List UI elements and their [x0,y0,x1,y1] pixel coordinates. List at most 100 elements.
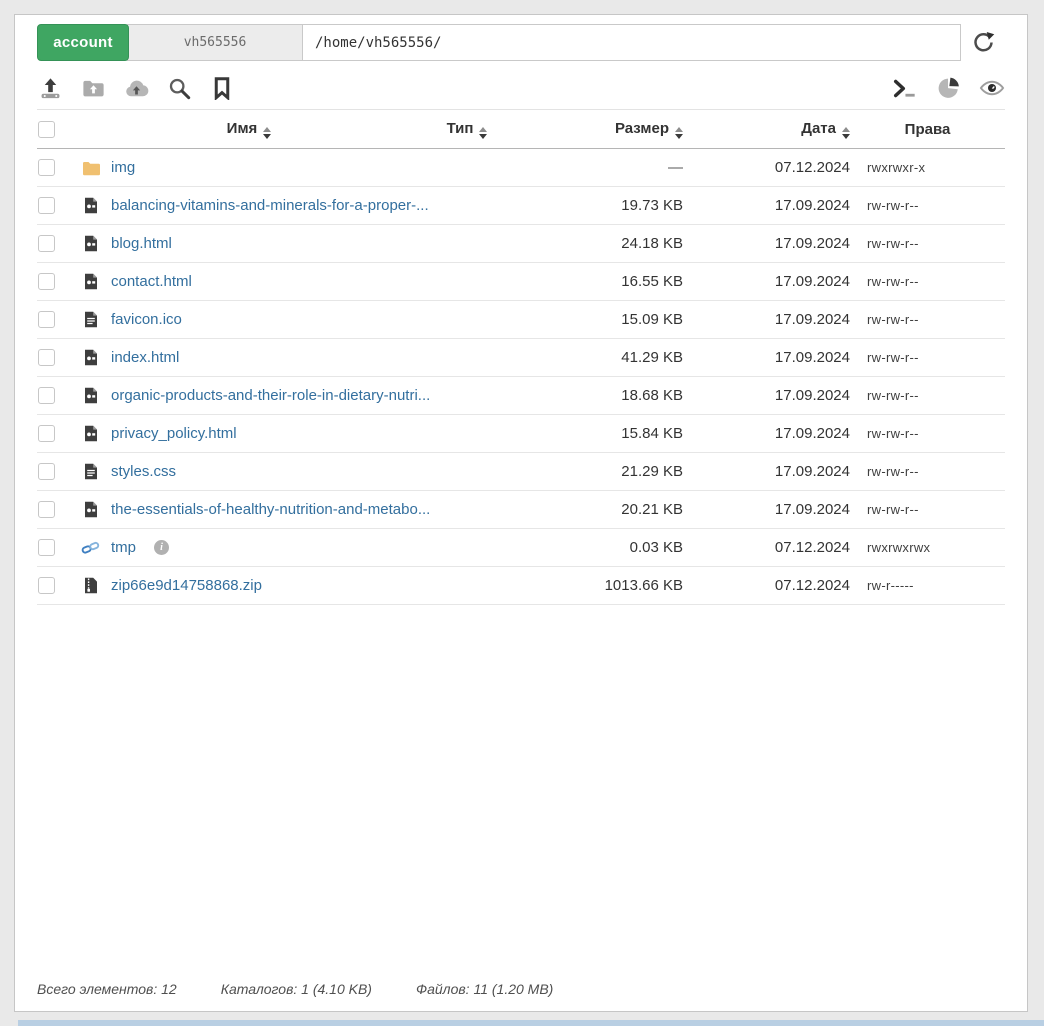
file-date-cell: 17.09.2024 [683,311,850,328]
row-checkbox[interactable] [38,425,55,442]
file-permissions-cell: rw-rw-r-- [850,350,1005,365]
html-file-icon [81,197,101,214]
info-badge-icon[interactable]: i [154,540,169,555]
row-checkbox[interactable] [38,273,55,290]
file-name-cell: tmp i [81,539,417,556]
table-row: favicon.ico 15.09 KB17.09.2024rw-rw-r-- [37,301,1005,339]
file-name-cell: the-essentials-of-healthy-nutrition-and-… [81,501,417,518]
row-checkbox[interactable] [38,539,55,556]
file-name-link[interactable]: organic-products-and-their-role-in-dieta… [111,387,430,404]
disk-usage-pie-icon[interactable] [936,75,962,101]
file-size-cell: 16.55 KB [517,273,683,290]
file-size-cell: 24.18 KB [517,235,683,252]
file-name-link[interactable]: the-essentials-of-healthy-nutrition-and-… [111,501,430,518]
file-name-cell: organic-products-and-their-role-in-dieta… [81,387,417,404]
file-name-link[interactable]: img [111,159,135,176]
row-select-cell [37,349,81,367]
file-size-cell: 0.03 KB [517,539,683,556]
file-name-link[interactable]: contact.html [111,273,192,290]
location-bar: account vh565556 [37,24,1005,61]
toolbar-right [893,75,1005,101]
table-row: styles.css21.29 KB17.09.2024rw-rw-r-- [37,453,1005,491]
row-checkbox[interactable] [38,577,55,594]
cloud-upload-icon[interactable] [123,75,149,101]
folder-upload-icon[interactable] [80,75,106,101]
file-manager-panel: account vh565556 ИмяТипРазмерДатаПрава i… [14,14,1028,1012]
account-button[interactable]: account [37,24,129,61]
file-permissions-cell: rw-rw-r-- [850,426,1005,441]
file-permissions-cell: rw-rw-r-- [850,464,1005,479]
row-checkbox[interactable] [38,387,55,404]
file-list: img — 07.12.2024 rwxrwxr-x balancing-vitamin… [37,149,1005,605]
file-name-link[interactable]: privacy_policy.html [111,425,237,442]
folder-icon [81,160,101,176]
status-bar: Всего элементов: 12 Каталогов: 1 (4.10 K… [37,981,1005,997]
row-checkbox[interactable] [38,463,55,480]
toolbar-left [37,75,235,101]
file-name-link[interactable]: zip66e9d14758868.zip [111,577,262,594]
sort-arrows-icon[interactable] [675,127,683,139]
row-checkbox[interactable] [38,311,55,328]
file-name-link[interactable]: blog.html [111,235,172,252]
row-select-cell [37,273,81,291]
file-size-cell: 1013.66 KB [517,577,683,594]
select-all-checkbox[interactable] [38,121,55,138]
html-file-icon [81,235,101,252]
file-size-cell: 15.84 KB [517,425,683,442]
sort-arrows-icon[interactable] [479,127,487,139]
row-checkbox[interactable] [38,349,55,366]
file-permissions-cell: rwxrwxr-x [850,160,1005,175]
file-name-cell: balancing-vitamins-and-minerals-for-a-pr… [81,197,417,214]
bookmark-icon[interactable] [209,75,235,101]
column-header-5: Права [850,121,1005,138]
row-checkbox[interactable] [38,501,55,518]
file-date-cell: 17.09.2024 [683,197,850,214]
file-date-cell: 07.12.2024 [683,577,850,594]
table-row: contact.html16.55 KB17.09.2024rw-rw-r-- [37,263,1005,301]
upload-icon[interactable] [37,75,63,101]
path-input[interactable] [303,24,961,61]
file-date-cell: 17.09.2024 [683,463,850,480]
html-file-icon [81,501,101,518]
column-header-3[interactable]: Размер [517,120,683,139]
refresh-icon[interactable] [961,24,1005,61]
file-size-cell: 18.68 KB [517,387,683,404]
file-name-link[interactable]: balancing-vitamins-and-minerals-for-a-pr… [111,197,429,214]
file-permissions-cell: rw-rw-r-- [850,312,1005,327]
file-size-cell: — [517,159,683,176]
row-select-cell [37,311,81,329]
file-name-link[interactable]: tmp [111,539,136,556]
row-checkbox[interactable] [38,197,55,214]
table-row: zip66e9d14758868.zip 1013.66 KB07.12.2024… [37,567,1005,605]
directories-text: Каталогов: 1 (4.10 KB) [221,981,372,997]
column-header-1[interactable]: Имя [81,120,417,139]
text-file-icon [81,311,101,328]
eye-icon[interactable] [979,75,1005,101]
file-date-cell: 07.12.2024 [683,539,850,556]
file-size-cell: 15.09 KB [517,311,683,328]
column-header-4[interactable]: Дата [683,120,850,139]
row-select-cell [37,463,81,481]
terminal-icon[interactable] [893,75,919,101]
file-name-link[interactable]: favicon.ico [111,311,182,328]
file-permissions-cell: rw-rw-r-- [850,274,1005,289]
search-icon[interactable] [166,75,192,101]
username-segment: vh565556 [127,24,303,61]
column-header-2[interactable]: Тип [417,120,517,139]
sort-arrows-icon[interactable] [263,127,271,139]
file-permissions-cell: rwxrwxrwx [850,540,1005,555]
empty-area [37,605,1005,981]
file-date-cell: 17.09.2024 [683,501,850,518]
file-name-link[interactable]: index.html [111,349,179,366]
file-name-cell: img [81,159,417,176]
file-date-cell: 17.09.2024 [683,349,850,366]
file-size-cell: 41.29 KB [517,349,683,366]
html-file-icon [81,387,101,404]
file-name-cell: styles.css [81,463,417,480]
total-items-text: Всего элементов: 12 [37,981,177,997]
table-row: blog.html24.18 KB17.09.2024rw-rw-r-- [37,225,1005,263]
row-checkbox[interactable] [38,159,55,176]
file-name-link[interactable]: styles.css [111,463,176,480]
row-checkbox[interactable] [38,235,55,252]
sort-arrows-icon[interactable] [842,127,850,139]
